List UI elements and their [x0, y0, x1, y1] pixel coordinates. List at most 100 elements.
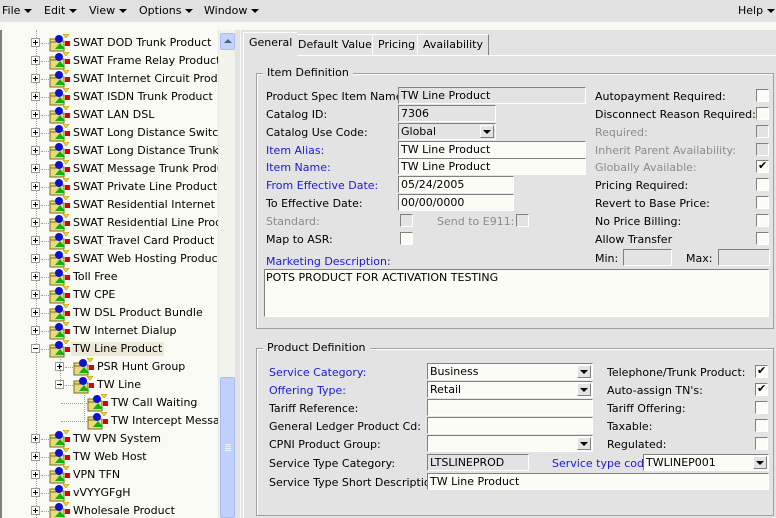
- expand-icon[interactable]: [31, 128, 40, 137]
- tree-node[interactable]: SWAT ISDN Trunk Product: [0, 87, 218, 106]
- product-spec-item-name-field[interactable]: TW Line Product: [398, 87, 586, 104]
- expand-icon[interactable]: [31, 452, 40, 461]
- expand-icon[interactable]: [31, 218, 40, 227]
- send-to-e911-checkbox[interactable]: [516, 214, 529, 227]
- revert-to-base-price-checkbox[interactable]: [756, 196, 769, 209]
- required-checkbox[interactable]: [756, 125, 769, 138]
- panel-splitter[interactable]: [235, 30, 241, 518]
- expand-icon[interactable]: [31, 164, 40, 173]
- marketing-description-textarea[interactable]: POTS PRODUCT FOR ACTIVATION TESTING: [264, 269, 769, 317]
- expand-icon[interactable]: [31, 434, 40, 443]
- tree-node[interactable]: SWAT Web Hosting Product: [0, 249, 218, 268]
- map-to-asr-checkbox[interactable]: [400, 232, 413, 245]
- autopayment-required-checkbox[interactable]: [756, 89, 769, 102]
- tree-node[interactable]: TW Call Waiting: [0, 393, 218, 412]
- general-ledger-product-cd-field[interactable]: [427, 417, 593, 434]
- menu-edit[interactable]: Edit: [44, 4, 78, 17]
- service-type-category-field[interactable]: LTSLINEPROD: [427, 454, 529, 471]
- tree-node[interactable]: SWAT LAN DSL: [0, 105, 218, 124]
- tree-node[interactable]: TW Line Product: [0, 339, 218, 358]
- tree-node[interactable]: TW CPE: [0, 285, 218, 304]
- tree-node[interactable]: TW VPN System: [0, 429, 218, 448]
- tab-availability[interactable]: Availability: [417, 34, 489, 55]
- tab-general[interactable]: General: [243, 32, 298, 56]
- expand-icon[interactable]: [31, 506, 40, 515]
- service-type-short-description-field[interactable]: TW Line Product: [427, 473, 769, 490]
- tree-node[interactable]: VPN TFN: [0, 465, 218, 484]
- service-type-code-select[interactable]: TWLINEP001: [643, 454, 769, 471]
- inherit-parent-availability-checkbox[interactable]: [756, 143, 769, 156]
- menu-help[interactable]: Help: [738, 4, 776, 17]
- max-field[interactable]: [718, 249, 770, 266]
- expand-icon[interactable]: [31, 56, 40, 65]
- expand-icon[interactable]: [31, 236, 40, 245]
- standard-checkbox[interactable]: [400, 214, 413, 227]
- tree-node[interactable]: PSR Hunt Group: [0, 357, 218, 376]
- collapse-icon[interactable]: [31, 344, 40, 353]
- expand-icon[interactable]: [31, 200, 40, 209]
- tariff-offering-checkbox[interactable]: [755, 401, 768, 414]
- pricing-required-checkbox[interactable]: [756, 178, 769, 191]
- menu-view[interactable]: View: [89, 4, 128, 17]
- tree-node[interactable]: SWAT Internet Circuit Product: [0, 69, 218, 88]
- menu-options[interactable]: Options: [139, 4, 194, 17]
- scroll-up-button[interactable]: [220, 33, 235, 50]
- expand-icon[interactable]: [31, 74, 40, 83]
- regulated-checkbox[interactable]: [755, 437, 768, 450]
- catalog-id-field[interactable]: 7306: [398, 105, 496, 122]
- tree-node[interactable]: TW DSL Product Bundle: [0, 303, 218, 322]
- catalog-use-code-select[interactable]: Global: [398, 123, 496, 140]
- tree-node[interactable]: TW Internet Dialup: [0, 321, 218, 340]
- expand-icon[interactable]: [31, 272, 40, 281]
- cpni-product-group-select[interactable]: [427, 435, 593, 452]
- tree-node[interactable]: SWAT Travel Card Product: [0, 231, 218, 250]
- tree-node[interactable]: SWAT Residential Internet Dial: [0, 195, 218, 214]
- expand-icon[interactable]: [31, 182, 40, 191]
- scroll-thumb[interactable]: [220, 377, 235, 518]
- telephone-trunk-product-checkbox[interactable]: ✔: [755, 364, 768, 378]
- taxable-checkbox[interactable]: [755, 419, 768, 432]
- tree-node[interactable]: SWAT DOD Trunk Product: [0, 33, 218, 52]
- dropdown-arrow-icon[interactable]: [577, 437, 591, 450]
- menu-window[interactable]: Window: [204, 4, 260, 17]
- expand-icon[interactable]: [31, 92, 40, 101]
- to-effective-date-field[interactable]: 00/00/0000: [398, 194, 514, 211]
- dropdown-arrow-icon[interactable]: [577, 383, 591, 396]
- service-category-select[interactable]: Business: [427, 363, 593, 380]
- tree-node[interactable]: SWAT Long Distance Switched: [0, 123, 218, 142]
- tree-node[interactable]: SWAT Residential Line Product: [0, 213, 218, 232]
- disconnect-reason-required-checkbox[interactable]: [756, 107, 769, 120]
- tree-node[interactable]: SWAT Message Trunk Product: [0, 159, 218, 178]
- auto-assign-tns-checkbox[interactable]: ✔: [755, 382, 768, 396]
- from-effective-date-field[interactable]: 05/24/2005: [398, 176, 514, 193]
- offering-type-select[interactable]: Retail: [427, 381, 593, 398]
- expand-icon[interactable]: [31, 146, 40, 155]
- dropdown-arrow-icon[interactable]: [753, 456, 767, 469]
- menu-file[interactable]: File: [2, 4, 33, 17]
- tree-node[interactable]: TW Web Host: [0, 447, 218, 466]
- dropdown-arrow-icon[interactable]: [480, 125, 494, 138]
- expand-icon[interactable]: [31, 470, 40, 479]
- dropdown-arrow-icon[interactable]: [577, 365, 591, 378]
- expand-icon[interactable]: [31, 290, 40, 299]
- item-name-field[interactable]: TW Line Product: [398, 158, 586, 175]
- tree-node[interactable]: SWAT Long Distance Trunk Product: [0, 141, 218, 160]
- no-price-billing-checkbox[interactable]: [756, 214, 769, 227]
- tree-scrollbar[interactable]: [218, 30, 235, 518]
- item-alias-field[interactable]: TW Line Product: [398, 141, 586, 158]
- tree-node[interactable]: SWAT Frame Relay Product: [0, 51, 218, 70]
- tab-pricing[interactable]: Pricing: [372, 34, 422, 55]
- expand-icon[interactable]: [31, 326, 40, 335]
- tree-node[interactable]: Wholesale Product: [0, 501, 218, 518]
- tree-node[interactable]: TW Line: [0, 375, 218, 394]
- tree-node[interactable]: TW Intercept Message: [0, 411, 218, 430]
- expand-icon[interactable]: [31, 110, 40, 119]
- tab-default-values[interactable]: Default Values: [292, 34, 384, 55]
- allow-transfer-checkbox[interactable]: [756, 232, 769, 245]
- tree-node[interactable]: Toll Free: [0, 267, 218, 286]
- min-field[interactable]: [623, 249, 672, 266]
- expand-icon[interactable]: [31, 488, 40, 497]
- tree-node[interactable]: vVYYGFgH: [0, 483, 218, 502]
- globally-available-checkbox[interactable]: ✔: [756, 159, 769, 173]
- expand-icon[interactable]: [31, 254, 40, 263]
